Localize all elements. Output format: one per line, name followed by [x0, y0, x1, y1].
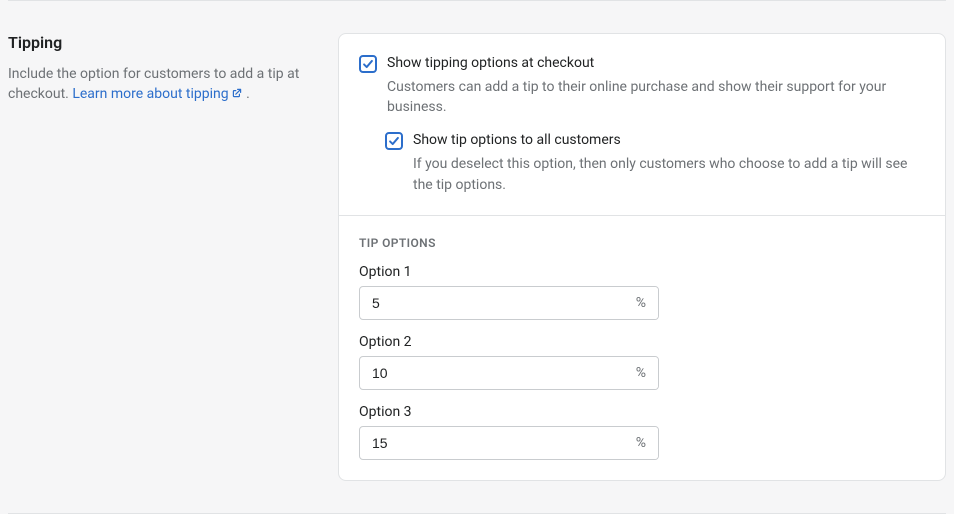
tip-option-1-input[interactable]	[360, 287, 624, 319]
show-tipping-help: Customers can add a tip to their online …	[387, 77, 925, 118]
tip-option-2-input[interactable]	[360, 357, 624, 389]
tip-option-3-input[interactable]	[360, 427, 624, 459]
tip-options-section: TIP OPTIONS Option 1 % Option 2 %	[339, 215, 945, 480]
show-tipping-text: Show tipping options at checkout Custome…	[387, 54, 925, 117]
show-all-row: Show tip options to all customers If you…	[385, 131, 925, 194]
show-all-help: If you deselect this option, then only c…	[413, 154, 925, 195]
tip-options-heading: TIP OPTIONS	[359, 236, 925, 250]
tip-option-1-label: Option 1	[359, 264, 925, 280]
show-tipping-label: Show tipping options at checkout	[387, 54, 925, 73]
tipping-card: Show tipping options at checkout Custome…	[338, 33, 946, 481]
show-all-label: Show tip options to all customers	[413, 131, 925, 150]
tip-option-3-input-wrap: %	[359, 426, 659, 460]
learn-more-link[interactable]: Learn more about tipping	[72, 86, 242, 102]
show-all-checkbox[interactable]	[385, 132, 403, 150]
checkbox-section: Show tipping options at checkout Custome…	[339, 34, 945, 215]
section-description-panel: Tipping Include the option for customers…	[8, 33, 318, 481]
tip-option-3-label: Option 3	[359, 404, 925, 420]
show-tipping-row: Show tipping options at checkout Custome…	[359, 54, 925, 117]
tip-option-2-field: Option 2 %	[359, 334, 925, 390]
tip-option-3-field: Option 3 %	[359, 404, 925, 460]
section-description: Include the option for customers to add …	[8, 64, 318, 106]
tip-option-1-suffix: %	[624, 287, 658, 319]
tip-option-1-input-wrap: %	[359, 286, 659, 320]
external-link-icon	[231, 85, 243, 105]
tip-option-1-field: Option 1 %	[359, 264, 925, 320]
section-description-suffix: .	[243, 86, 250, 102]
tip-option-2-label: Option 2	[359, 334, 925, 350]
tip-option-3-suffix: %	[624, 427, 658, 459]
tipping-section: Tipping Include the option for customers…	[0, 1, 954, 513]
show-tipping-checkbox[interactable]	[359, 55, 377, 73]
tip-option-2-suffix: %	[624, 357, 658, 389]
show-all-text: Show tip options to all customers If you…	[413, 131, 925, 194]
section-title: Tipping	[8, 33, 318, 52]
tip-option-2-input-wrap: %	[359, 356, 659, 390]
learn-more-link-text: Learn more about tipping	[72, 86, 228, 102]
